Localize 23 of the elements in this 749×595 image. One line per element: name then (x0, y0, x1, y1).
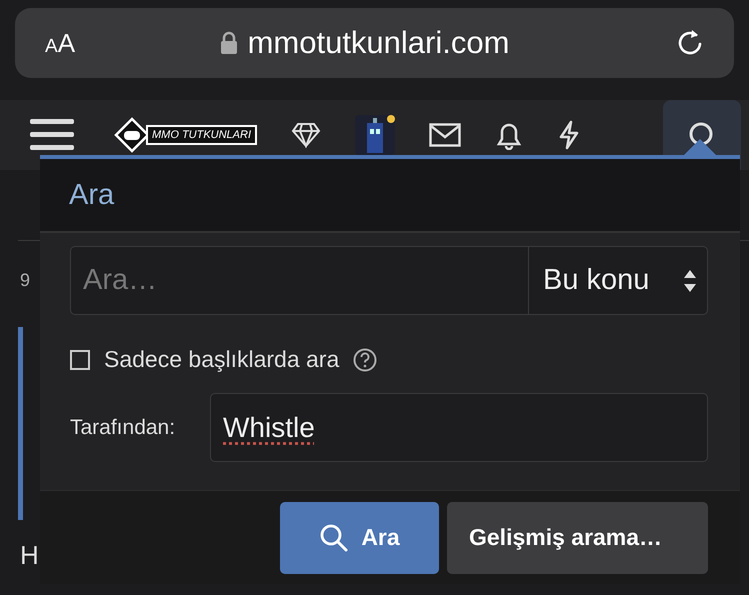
checkbox-label[interactable]: Sadece başlıklarda ara (104, 346, 340, 373)
diamond-icon[interactable] (291, 122, 321, 148)
member-field[interactable]: Whistle (210, 393, 708, 462)
mail-icon[interactable] (429, 123, 461, 147)
text-size-button[interactable]: AA (45, 28, 76, 58)
keywords-field[interactable]: Ara… (70, 246, 528, 315)
avatar-icon[interactable] (355, 115, 395, 155)
page-text: 9 (20, 270, 30, 291)
help-icon[interactable] (353, 348, 378, 372)
search-button[interactable]: Ara (280, 502, 439, 574)
lock-icon (220, 31, 238, 55)
scope-select[interactable]: Bu konu (528, 246, 708, 315)
popup-title: Ara (69, 178, 114, 212)
sort-arrows-icon (683, 268, 697, 294)
menu-icon[interactable] (30, 117, 74, 153)
lightning-icon[interactable] (557, 120, 581, 150)
search-icon (319, 522, 350, 552)
url-text[interactable]: mmotutkunlari.com (248, 25, 510, 61)
page-text: H (20, 540, 39, 571)
logo-text[interactable]: MMO TUTKUNLARI (146, 125, 257, 145)
field-label: Tarafından: (70, 416, 176, 440)
checkbox[interactable] (70, 350, 90, 370)
advanced-search-button[interactable]: Gelişmiş arama… (447, 502, 708, 574)
